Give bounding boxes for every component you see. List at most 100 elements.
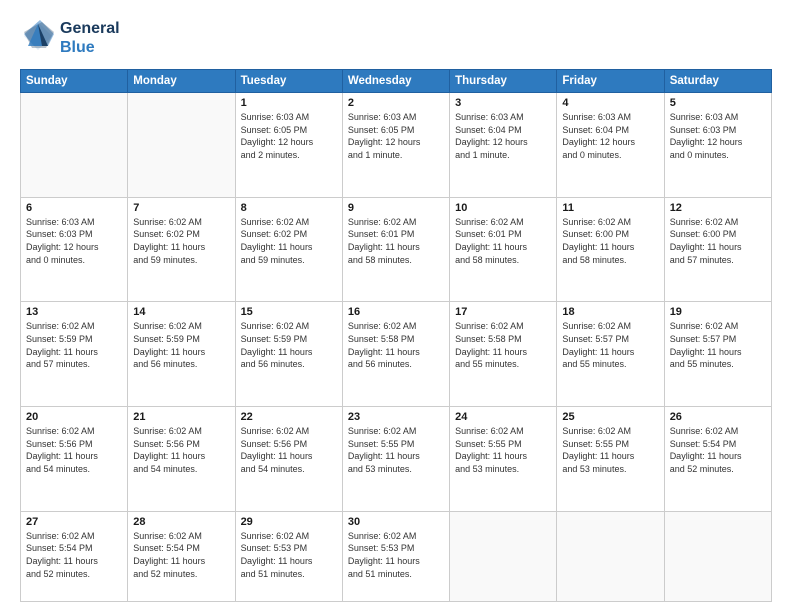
calendar-day-cell: 1 Sunrise: 6:03 AM Sunset: 6:05 PM Daylig…	[235, 93, 342, 198]
day-info: Sunrise: 6:02 AM Sunset: 5:55 PM Dayligh…	[348, 425, 444, 475]
calendar-day-cell: 23 Sunrise: 6:02 AM Sunset: 5:55 PM Dayli…	[342, 407, 449, 512]
day-number: 3	[455, 97, 551, 109]
calendar-week-row: 27 Sunrise: 6:02 AM Sunset: 5:54 PM Dayli…	[21, 511, 772, 601]
calendar-week-row: 20Sunrise: 6:02 AM Sunset: 5:56 PM Dayli…	[21, 407, 772, 512]
day-info: Sunrise: 6:02 AM Sunset: 5:55 PM Dayligh…	[562, 425, 658, 475]
calendar-day-cell: 30 Sunrise: 6:02 AM Sunset: 5:53 PM Dayli…	[342, 511, 449, 601]
day-info: Sunrise: 6:02 AM Sunset: 5:56 PM Dayligh…	[241, 425, 337, 475]
day-number: 18	[562, 306, 658, 318]
day-info: Sunrise: 6:02 AM Sunset: 5:55 PM Dayligh…	[455, 425, 551, 475]
day-number: 27	[26, 516, 122, 528]
day-info: Sunrise: 6:03 AM Sunset: 6:05 PM Dayligh…	[241, 111, 337, 161]
logo-blue: Blue	[60, 39, 120, 57]
calendar-day-cell: 28Sunrise: 6:02 AM Sunset: 5:54 PM Dayli…	[128, 511, 235, 601]
day-info: Sunrise: 6:03 AM Sunset: 6:04 PM Dayligh…	[562, 111, 658, 161]
day-number: 17	[455, 306, 551, 318]
day-info: Sunrise: 6:03 AM Sunset: 6:03 PM Dayligh…	[670, 111, 766, 161]
day-info: Sunrise: 6:02 AM Sunset: 5:59 PM Dayligh…	[26, 320, 122, 370]
day-info: Sunrise: 6:03 AM Sunset: 6:05 PM Dayligh…	[348, 111, 444, 161]
calendar-day-cell: 13 Sunrise: 6:02 AM Sunset: 5:59 PM Dayli…	[21, 302, 128, 407]
day-number: 23	[348, 411, 444, 423]
day-info: Sunrise: 6:02 AM Sunset: 5:56 PM Dayligh…	[133, 425, 229, 475]
calendar-day-cell: 10 Sunrise: 6:02 AM Sunset: 6:01 PM Dayli…	[450, 197, 557, 302]
day-number: 19	[670, 306, 766, 318]
calendar-day-cell: 27 Sunrise: 6:02 AM Sunset: 5:54 PM Dayli…	[21, 511, 128, 601]
day-info: Sunrise: 6:02 AM Sunset: 5:56 PM Dayligh…	[26, 425, 122, 475]
calendar-day-cell: 24 Sunrise: 6:02 AM Sunset: 5:55 PM Dayli…	[450, 407, 557, 512]
weekday-header: Thursday	[450, 70, 557, 93]
day-info: Sunrise: 6:02 AM Sunset: 5:58 PM Dayligh…	[348, 320, 444, 370]
weekday-header: Tuesday	[235, 70, 342, 93]
day-number: 16	[348, 306, 444, 318]
day-info: Sunrise: 6:02 AM Sunset: 5:53 PM Dayligh…	[241, 530, 337, 580]
calendar-day-cell: 29 Sunrise: 6:02 AM Sunset: 5:53 PM Dayli…	[235, 511, 342, 601]
day-number: 29	[241, 516, 337, 528]
day-number: 22	[241, 411, 337, 423]
calendar-day-cell: 9Sunrise: 6:02 AM Sunset: 6:01 PM Daylig…	[342, 197, 449, 302]
day-number: 24	[455, 411, 551, 423]
calendar-day-cell	[128, 93, 235, 198]
calendar-day-cell	[664, 511, 771, 601]
calendar-day-cell: 21Sunrise: 6:02 AM Sunset: 5:56 PM Dayli…	[128, 407, 235, 512]
day-info: Sunrise: 6:02 AM Sunset: 5:54 PM Dayligh…	[670, 425, 766, 475]
day-info: Sunrise: 6:02 AM Sunset: 6:02 PM Dayligh…	[133, 216, 229, 266]
calendar-day-cell: 19 Sunrise: 6:02 AM Sunset: 5:57 PM Dayli…	[664, 302, 771, 407]
weekday-header: Monday	[128, 70, 235, 93]
calendar-day-cell	[557, 511, 664, 601]
calendar-week-row: 1 Sunrise: 6:03 AM Sunset: 6:05 PM Daylig…	[21, 93, 772, 198]
calendar-day-cell: 5 Sunrise: 6:03 AM Sunset: 6:03 PM Daylig…	[664, 93, 771, 198]
calendar-day-cell: 25Sunrise: 6:02 AM Sunset: 5:55 PM Dayli…	[557, 407, 664, 512]
calendar-day-cell: 2 Sunrise: 6:03 AM Sunset: 6:05 PM Daylig…	[342, 93, 449, 198]
calendar-day-cell: 6 Sunrise: 6:03 AM Sunset: 6:03 PM Daylig…	[21, 197, 128, 302]
day-number: 4	[562, 97, 658, 109]
day-number: 30	[348, 516, 444, 528]
day-number: 2	[348, 97, 444, 109]
day-number: 28	[133, 516, 229, 528]
weekday-header: Saturday	[664, 70, 771, 93]
day-info: Sunrise: 6:02 AM Sunset: 6:00 PM Dayligh…	[562, 216, 658, 266]
day-info: Sunrise: 6:02 AM Sunset: 5:57 PM Dayligh…	[670, 320, 766, 370]
day-number: 8	[241, 202, 337, 214]
weekday-header: Sunday	[21, 70, 128, 93]
day-number: 5	[670, 97, 766, 109]
day-number: 1	[241, 97, 337, 109]
day-info: Sunrise: 6:02 AM Sunset: 5:58 PM Dayligh…	[455, 320, 551, 370]
weekday-header: Wednesday	[342, 70, 449, 93]
day-number: 7	[133, 202, 229, 214]
day-info: Sunrise: 6:03 AM Sunset: 6:03 PM Dayligh…	[26, 216, 122, 266]
day-info: Sunrise: 6:02 AM Sunset: 6:01 PM Dayligh…	[455, 216, 551, 266]
day-number: 9	[348, 202, 444, 214]
calendar-day-cell: 4 Sunrise: 6:03 AM Sunset: 6:04 PM Daylig…	[557, 93, 664, 198]
calendar-header-row: SundayMondayTuesdayWednesdayThursdayFrid…	[21, 70, 772, 93]
day-number: 15	[241, 306, 337, 318]
day-info: Sunrise: 6:02 AM Sunset: 5:59 PM Dayligh…	[133, 320, 229, 370]
calendar-day-cell: 12Sunrise: 6:02 AM Sunset: 6:00 PM Dayli…	[664, 197, 771, 302]
day-number: 6	[26, 202, 122, 214]
calendar-day-cell: 7 Sunrise: 6:02 AM Sunset: 6:02 PM Daylig…	[128, 197, 235, 302]
calendar-day-cell: 18 Sunrise: 6:02 AM Sunset: 5:57 PM Dayli…	[557, 302, 664, 407]
calendar-week-row: 6 Sunrise: 6:03 AM Sunset: 6:03 PM Daylig…	[21, 197, 772, 302]
day-info: Sunrise: 6:03 AM Sunset: 6:04 PM Dayligh…	[455, 111, 551, 161]
calendar-day-cell: 16 Sunrise: 6:02 AM Sunset: 5:58 PM Dayli…	[342, 302, 449, 407]
page: General Blue SundayMondayTuesdayWednesda…	[0, 0, 792, 612]
calendar-day-cell	[450, 511, 557, 601]
day-number: 26	[670, 411, 766, 423]
day-number: 11	[562, 202, 658, 214]
header: General Blue	[20, 18, 772, 59]
calendar-day-cell: 11 Sunrise: 6:02 AM Sunset: 6:00 PM Dayli…	[557, 197, 664, 302]
calendar-day-cell: 22 Sunrise: 6:02 AM Sunset: 5:56 PM Dayli…	[235, 407, 342, 512]
day-info: Sunrise: 6:02 AM Sunset: 5:53 PM Dayligh…	[348, 530, 444, 580]
day-number: 13	[26, 306, 122, 318]
day-number: 10	[455, 202, 551, 214]
calendar-day-cell	[21, 93, 128, 198]
calendar-day-cell: 26 Sunrise: 6:02 AM Sunset: 5:54 PM Dayli…	[664, 407, 771, 512]
calendar-day-cell: 3 Sunrise: 6:03 AM Sunset: 6:04 PM Daylig…	[450, 93, 557, 198]
day-info: Sunrise: 6:02 AM Sunset: 5:57 PM Dayligh…	[562, 320, 658, 370]
calendar-table: SundayMondayTuesdayWednesdayThursdayFrid…	[20, 69, 772, 602]
calendar-day-cell: 15Sunrise: 6:02 AM Sunset: 5:59 PM Dayli…	[235, 302, 342, 407]
calendar-day-cell: 20Sunrise: 6:02 AM Sunset: 5:56 PM Dayli…	[21, 407, 128, 512]
day-info: Sunrise: 6:02 AM Sunset: 5:54 PM Dayligh…	[26, 530, 122, 580]
calendar-day-cell: 8Sunrise: 6:02 AM Sunset: 6:02 PM Daylig…	[235, 197, 342, 302]
day-info: Sunrise: 6:02 AM Sunset: 6:00 PM Dayligh…	[670, 216, 766, 266]
day-number: 14	[133, 306, 229, 318]
